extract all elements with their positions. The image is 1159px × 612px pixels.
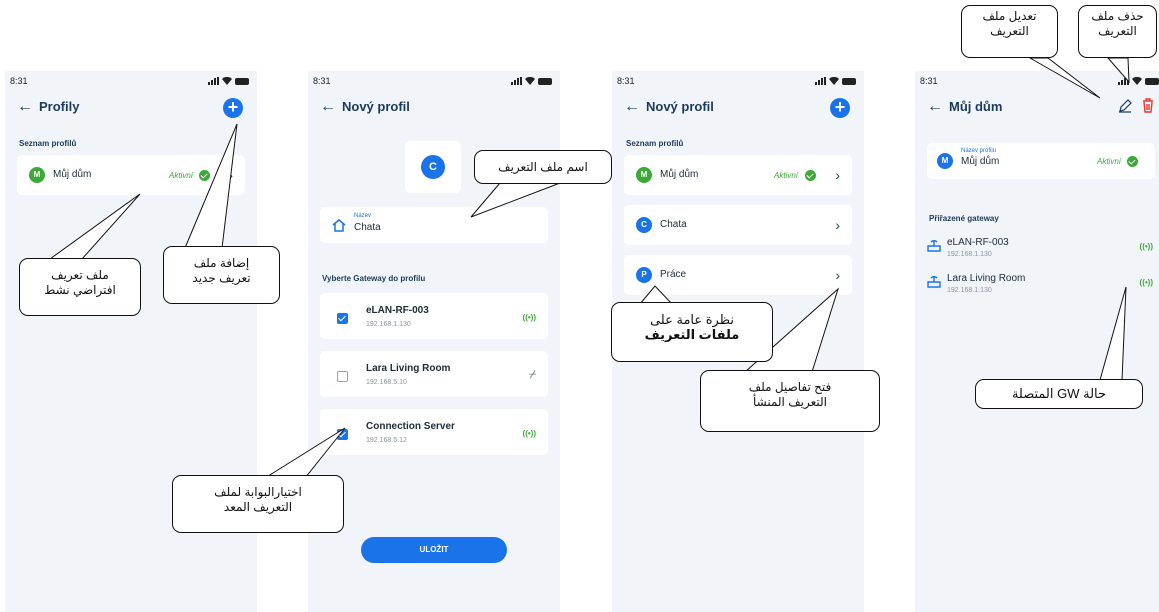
callout-profile-name: اسم ملف التعريف xyxy=(474,150,612,184)
pointer-gw-status xyxy=(1099,286,1127,381)
callout-active-default: ملف تعريف افتراضي نشط xyxy=(19,258,141,316)
callout-overview: نظرة عامة على ملفات التعريف xyxy=(611,302,773,362)
callout-edit-profile: تعديل ملف التعريف xyxy=(961,5,1058,58)
pointer-add-new xyxy=(184,123,238,249)
callout-select-gateway: اختيارالبوابة لملف التعريف المعد xyxy=(172,475,344,533)
callout-delete-profile: حذف ملف التعريف xyxy=(1078,5,1157,58)
pointer-edit xyxy=(1028,57,1101,99)
pointer-profile-name xyxy=(470,182,561,218)
callout-add-new: إضافة ملف تعريف جديد xyxy=(163,246,280,304)
callout-gw-status: حالة GW المتصلة xyxy=(975,379,1143,409)
pointer-select-gateway xyxy=(263,427,346,479)
pointer-active-default xyxy=(48,193,141,260)
callout-open-details: فتح تفاصيل ملف التعريف المنشأ xyxy=(700,370,880,432)
pointer-delete xyxy=(1106,57,1130,84)
